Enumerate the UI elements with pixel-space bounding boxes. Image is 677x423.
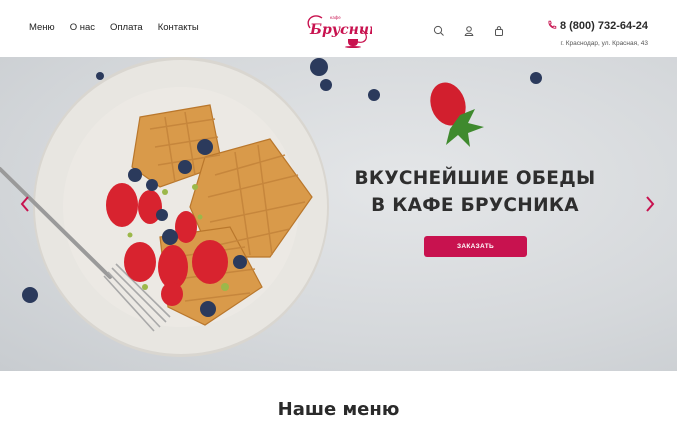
- phone-icon: [547, 17, 557, 35]
- main-nav: Меню О нас Оплата Контакты: [29, 22, 214, 33]
- hero-title-line1: ВКУСНЕЙШИЕ ОБЕДЫ: [354, 168, 596, 189]
- contact-block: 8 (800) 732-64-24 г. Краснодар, ул. Крас…: [547, 17, 648, 47]
- nav-link-payment[interactable]: Оплата: [110, 22, 143, 33]
- site-header: Меню О нас Оплата Контакты Брусника кафе: [0, 0, 677, 57]
- chevron-right-icon[interactable]: [643, 194, 657, 214]
- chevron-left-icon[interactable]: [18, 194, 32, 214]
- menu-section-title: Наше меню: [277, 399, 400, 420]
- logo-graphic: Брусника кафе: [307, 15, 388, 48]
- logo-tagline: кафе: [330, 15, 341, 20]
- address-text: г. Краснодар, ул. Красная, 43: [560, 40, 649, 47]
- hero-title: ВКУСНЕЙШИЕ ОБЕДЫ В КАФЕ БРУСНИКА: [330, 165, 620, 219]
- user-icon[interactable]: [463, 24, 475, 36]
- order-button[interactable]: ЗАКАЗАТЬ: [424, 236, 527, 257]
- phone-row: 8 (800) 732-64-24: [547, 17, 648, 35]
- search-icon[interactable]: [433, 24, 445, 36]
- cart-icon[interactable]: [493, 24, 505, 36]
- nav-link-menu[interactable]: Меню: [29, 22, 55, 33]
- nav-link-about[interactable]: О нас: [70, 22, 95, 33]
- nav-link-contacts[interactable]: Контакты: [158, 22, 199, 33]
- phone-number[interactable]: 8 (800) 732-64-24: [560, 20, 648, 32]
- hero-title-line2: В КАФЕ БРУСНИКА: [371, 195, 579, 216]
- logo-wordmark: Брусника: [309, 22, 372, 38]
- header-icons: [433, 24, 523, 36]
- brand-logo[interactable]: Брусника кафе: [300, 8, 388, 48]
- hero-banner: ВКУСНЕЙШИЕ ОБЕДЫ В КАФЕ БРУСНИКА ЗАКАЗАТ…: [0, 57, 677, 371]
